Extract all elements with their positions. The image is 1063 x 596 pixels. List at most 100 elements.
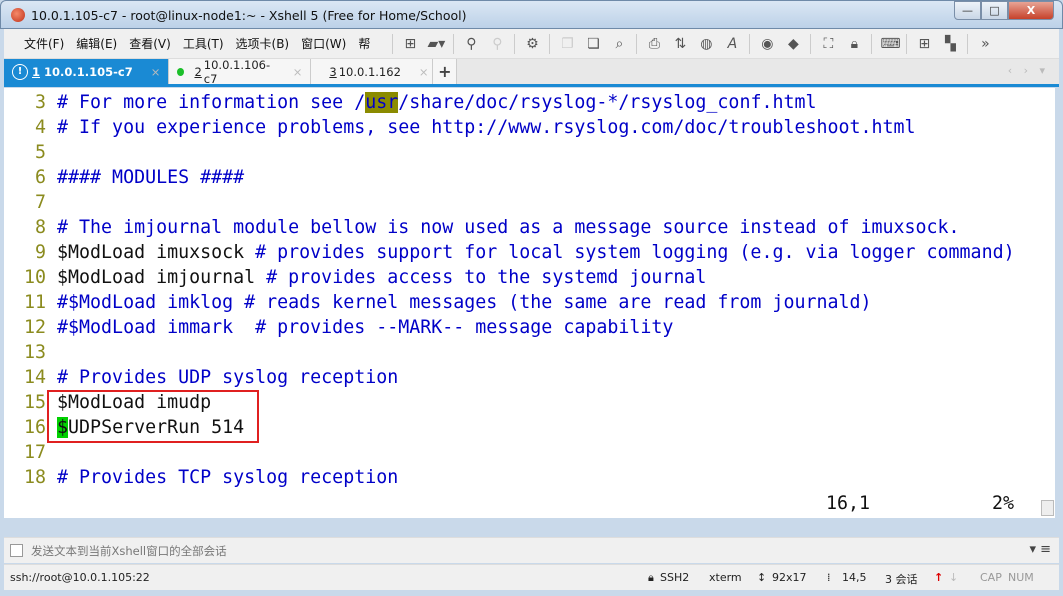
tab-label: 10.0.1.105-c7 (44, 64, 133, 79)
new-session-icon[interactable]: ⊞ (401, 35, 419, 53)
settings-icon[interactable]: ⚙ (523, 35, 541, 53)
menu-view[interactable]: 查看(V) (129, 35, 171, 52)
terminal-line: 14 # Provides UDP syslog reception (24, 365, 398, 390)
line-text: /share/doc/rsyslog-*/rsyslog_conf.html (398, 92, 817, 113)
terminal-line: 8 # The imjournal module bellow is now u… (24, 215, 960, 240)
line-text: $ (57, 417, 69, 438)
tab-label: 10.0.1.162 (338, 64, 401, 79)
maximize-button[interactable]: □ (981, 1, 1008, 20)
line-number: 7 (24, 192, 47, 213)
line-number: 15 (24, 392, 47, 413)
open-folder-icon[interactable]: ▰▾ (427, 35, 445, 53)
tab-session-2[interactable]: 2 10.0.1.106-c7 × (169, 58, 312, 86)
line-number: 9 (24, 242, 47, 263)
close-tab-icon[interactable]: × (151, 65, 161, 79)
line-number: 8 (24, 217, 47, 238)
menu-edit[interactable]: 编辑(E) (76, 35, 117, 52)
paste-icon[interactable]: ❏ (584, 35, 602, 53)
scrollbar-thumb[interactable] (1041, 500, 1054, 516)
xmanager-icon[interactable]: ◆ (784, 35, 802, 53)
window-title: 10.0.1.105-c7 - root@linux-node1:~ - Xsh… (31, 8, 467, 23)
line-number: 6 (24, 167, 47, 188)
line-number: 18 (24, 467, 47, 488)
menu-help[interactable]: 帮 (358, 35, 370, 52)
line-text: # provides access to the systemd journal (266, 267, 707, 288)
globe-icon[interactable]: ◍ (697, 35, 715, 53)
line-text: # For more information see / (57, 92, 366, 113)
line-number: 4 (24, 117, 47, 138)
upload-arrow-icon: ↑ (934, 571, 944, 584)
keyboard-icon[interactable]: ⌨ (880, 35, 900, 53)
tab-session-1[interactable]: ! 1 10.0.1.105-c7 × (4, 59, 170, 84)
line-number: 17 (24, 442, 47, 463)
line-number: 5 (24, 142, 47, 163)
copy-icon[interactable]: ❐ (558, 35, 576, 53)
line-number: 11 (24, 292, 47, 313)
fullscreen-icon[interactable]: ⛶ (819, 35, 837, 53)
terminal-line: 15 $ModLoad imudp (24, 390, 211, 415)
connect-icon[interactable]: ⚲ (462, 35, 480, 53)
minimize-button[interactable]: — (954, 1, 981, 20)
line-number: 13 (24, 342, 47, 363)
xftp-icon[interactable]: ◉ (758, 35, 776, 53)
line-text: # The imjournal module bellow is now use… (57, 217, 960, 238)
terminal-line: 9 $ModLoad imuxsock # provides support f… (24, 240, 1015, 265)
line-text: $ModLoad imuxsock (57, 242, 256, 263)
terminal-line: 18 # Provides TCP syslog reception (24, 465, 398, 490)
line-text: usr (365, 92, 399, 113)
close-tab-icon[interactable]: × (419, 65, 429, 79)
cursor-icon: ⁞ (827, 571, 831, 584)
num-lock-indicator: NUM (1008, 571, 1034, 584)
close-button[interactable]: X (1008, 1, 1054, 20)
menu-bar: 文件(F) 编辑(E) 查看(V) 工具(T) 选项卡(B) 窗口(W) 帮 ⊞… (4, 29, 1059, 59)
more-icon[interactable]: » (976, 35, 994, 53)
transfer-icon[interactable]: ⇅ (671, 35, 689, 53)
connected-status-icon (177, 67, 185, 76)
line-text: # Provides UDP syslog reception (57, 367, 399, 388)
compose-menu-icon[interactable]: ▾ ≡ (1029, 542, 1051, 557)
terminal-type: xterm (709, 571, 742, 584)
vertical-scrollbar[interactable] (1040, 88, 1055, 518)
file-percent: 2% (992, 493, 1015, 514)
lock-icon[interactable]: 🔒︎ (845, 35, 863, 53)
line-text: #$ModLoad imklog # reads kernel messages… (57, 292, 872, 313)
terminal-line: 7 (24, 190, 57, 215)
resize-icon: ↕ (757, 571, 767, 584)
terminal-line: 17 (24, 440, 57, 465)
menu-window[interactable]: 窗口(W) (301, 35, 346, 52)
compose-input[interactable]: 发送文本到当前Xshell窗口的全部会话 (31, 543, 227, 559)
terminal-line: 11 #$ModLoad imklog # reads kernel messa… (24, 290, 872, 315)
compose-bar[interactable]: 发送文本到当前Xshell窗口的全部会话 ▾ ≡ (4, 537, 1059, 563)
tab-scroll-arrows-icon[interactable]: ‹ › ▾ (1008, 64, 1049, 77)
line-number: 16 (24, 417, 47, 438)
line-text: # If you experience problems, see http:/… (57, 117, 916, 138)
line-number: 12 (24, 317, 47, 338)
line-text: #### MODULES #### (57, 167, 245, 188)
session-count: 3 会话 (885, 573, 918, 586)
font-icon[interactable]: A (723, 35, 741, 53)
protocol: SSH2 (660, 571, 690, 584)
cursor-position: 16,1 (826, 493, 871, 514)
add-tab-icon[interactable]: ⊞ (915, 35, 933, 53)
layout-icon[interactable]: ▚ (941, 35, 959, 53)
line-text: #$ModLoad immark # provides --MARK-- mes… (57, 317, 674, 338)
menu-tools[interactable]: 工具(T) (183, 35, 224, 52)
title-bar: 10.0.1.105-c7 - root@linux-node1:~ - Xsh… (0, 0, 1063, 29)
menu-tabs[interactable]: 选项卡(B) (236, 35, 290, 52)
status-bar: ssh://root@10.0.1.105:22 🔒︎ SSH2 xterm ↕… (4, 564, 1059, 590)
tab-session-3[interactable]: 3 10.0.1.162 × (311, 59, 434, 84)
line-text: $ModLoad imjournal (57, 267, 267, 288)
print-icon[interactable]: ⎙ (645, 35, 663, 53)
add-tab-button[interactable]: + (433, 59, 458, 84)
line-number: 14 (24, 367, 47, 388)
compose-checkbox[interactable] (10, 544, 23, 557)
find-icon[interactable]: ⌕ (610, 35, 628, 53)
terminal-line: 4 # If you experience problems, see http… (24, 115, 916, 140)
line-text: # provides support for local system logg… (255, 242, 1015, 263)
lock-icon: 🔒︎ (648, 571, 654, 584)
menu-file[interactable]: 文件(F) (24, 35, 64, 52)
terminal-view[interactable]: 16,1 2% 3 # For more information see /us… (4, 88, 1040, 518)
xshell-app-icon (11, 8, 25, 22)
disconnect-icon[interactable]: ⚲ (488, 35, 506, 53)
close-tab-icon[interactable]: × (293, 65, 303, 79)
